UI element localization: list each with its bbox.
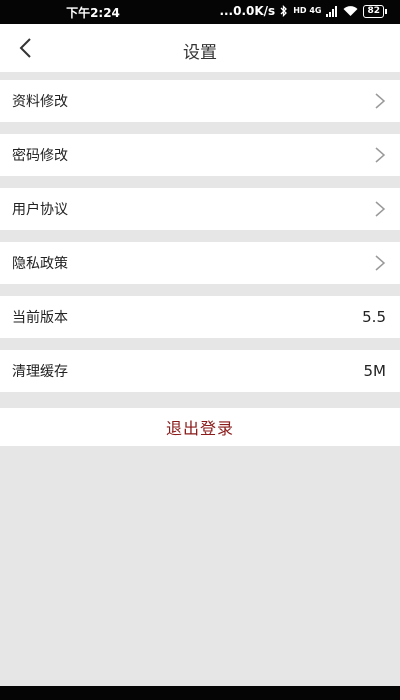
settings-item-privacy-policy[interactable]: 隐私政策 — [0, 242, 400, 284]
status-bar: 下午2:24 ...0.0K/s HD 4G 82 — [0, 0, 400, 24]
signal-icon — [326, 5, 338, 17]
settings-item-label: 用户协议 — [12, 202, 68, 218]
settings-item-clear-cache[interactable]: 清理缓存 5M — [0, 350, 400, 392]
settings-item-user-agreement[interactable]: 用户协议 — [0, 188, 400, 230]
chevron-right-icon — [375, 93, 386, 109]
logout-button[interactable]: 退出登录 — [0, 408, 400, 446]
network-speed: ...0.0K/s — [219, 4, 276, 18]
system-nav-bar — [0, 686, 400, 700]
page-title: 设置 — [183, 43, 217, 63]
status-icons: ...0.0K/s HD 4G 82 — [219, 4, 387, 18]
network-type: HD 4G — [293, 6, 322, 15]
settings-item-label: 清理缓存 — [12, 364, 68, 380]
settings-item-current-version: 当前版本 5.5 — [0, 296, 400, 338]
status-time: 下午2:24 — [66, 6, 120, 20]
chevron-right-icon — [375, 201, 386, 217]
chevron-right-icon — [375, 255, 386, 271]
bluetooth-icon — [280, 5, 288, 17]
settings-item-label: 隐私政策 — [12, 256, 68, 272]
nav-bar: 设置 — [0, 24, 400, 72]
settings-item-label: 资料修改 — [12, 94, 68, 110]
settings-item-profile-edit[interactable]: 资料修改 — [0, 80, 400, 122]
logout-label: 退出登录 — [165, 419, 234, 438]
cache-size-value: 5M — [363, 362, 387, 380]
settings-item-label: 当前版本 — [12, 310, 68, 326]
version-value: 5.5 — [362, 308, 386, 326]
settings-item-label: 密码修改 — [12, 148, 68, 164]
chevron-right-icon — [375, 147, 386, 163]
wifi-icon — [343, 5, 358, 16]
settings-item-password-change[interactable]: 密码修改 — [0, 134, 400, 176]
battery-indicator: 82 — [363, 4, 387, 18]
